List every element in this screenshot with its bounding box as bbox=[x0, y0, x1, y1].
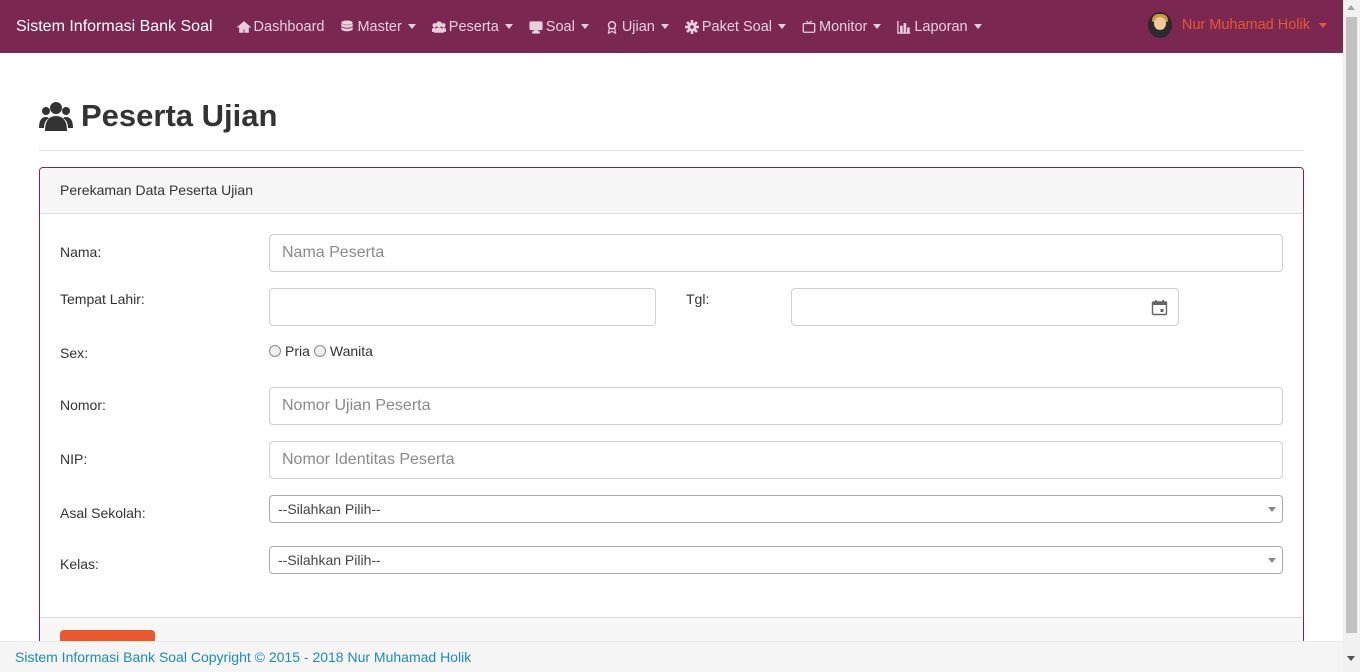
sex-radio-group: Pria Wanita bbox=[269, 343, 373, 359]
chevron-down-icon bbox=[1268, 558, 1276, 563]
nav-laporan[interactable]: Laporan bbox=[897, 18, 982, 35]
form-card: Perekaman Data Peserta Ujian Nama: Tempa… bbox=[39, 167, 1304, 667]
calendar-icon bbox=[1151, 299, 1168, 315]
nama-label: Nama: bbox=[60, 244, 102, 260]
nav-master-label: Master bbox=[357, 18, 402, 35]
gear-icon bbox=[684, 19, 699, 34]
nav-soal-label: Soal bbox=[545, 18, 575, 35]
radio-wanita-label: Wanita bbox=[329, 343, 373, 359]
page-title: Peserta Ujian bbox=[81, 98, 278, 133]
chevron-down-icon bbox=[504, 24, 513, 29]
tgl-label: Tgl: bbox=[686, 291, 710, 307]
nav-peserta[interactable]: Peserta bbox=[431, 18, 513, 35]
vertical-scrollbar[interactable] bbox=[1343, 0, 1360, 672]
nav-paket-soal-label: Paket Soal bbox=[701, 18, 772, 35]
sex-label: Sex: bbox=[60, 345, 89, 361]
tempat-lahir-label: Tempat Lahir: bbox=[60, 291, 145, 307]
database-icon bbox=[340, 19, 354, 34]
chevron-down-icon bbox=[873, 24, 882, 29]
nomor-label: Nomor: bbox=[60, 397, 106, 413]
bar-chart-icon bbox=[897, 20, 911, 34]
kelas-select[interactable]: --Silahkan Pilih-- bbox=[269, 546, 1283, 574]
nav-ujian-label: Ujian bbox=[621, 18, 655, 35]
tgl-input[interactable] bbox=[791, 288, 1142, 326]
nomor-input[interactable] bbox=[269, 387, 1283, 425]
chevron-down-icon bbox=[1319, 22, 1327, 28]
chevron-down-icon bbox=[973, 24, 982, 29]
calendar-button[interactable] bbox=[1141, 288, 1179, 326]
users-icon bbox=[431, 20, 446, 34]
chevron-down-icon bbox=[778, 24, 786, 29]
kelas-label: Kelas: bbox=[60, 556, 99, 572]
page-footer: Sistem Informasi Bank Soal Copyright © 2… bbox=[0, 641, 1343, 672]
scroll-up-icon[interactable] bbox=[1347, 5, 1355, 10]
kelas-value: --Silahkan Pilih-- bbox=[278, 552, 381, 568]
radio-wanita[interactable] bbox=[313, 345, 326, 357]
users-icon bbox=[39, 102, 73, 131]
nip-input[interactable] bbox=[269, 441, 1283, 479]
nav-soal[interactable]: Soal bbox=[529, 19, 589, 35]
award-icon bbox=[605, 20, 619, 34]
radio-pria[interactable] bbox=[269, 345, 281, 357]
tv-icon bbox=[802, 19, 816, 34]
nav-paket-soal[interactable]: Paket Soal bbox=[684, 18, 786, 35]
user-menu[interactable]: Nur Muhamad Holik bbox=[1147, 12, 1327, 38]
chevron-down-icon bbox=[580, 24, 589, 29]
tempat-lahir-input[interactable] bbox=[269, 288, 656, 326]
desktop-icon bbox=[529, 20, 543, 34]
scroll-down-icon[interactable] bbox=[1347, 656, 1355, 661]
top-navbar: Sistem Informasi Bank Soal Dashboard Mas… bbox=[0, 0, 1343, 53]
nav-peserta-label: Peserta bbox=[448, 18, 499, 35]
nav-laporan-label: Laporan bbox=[914, 18, 968, 35]
card-title: Perekaman Data Peserta Ujian bbox=[40, 168, 1303, 214]
app-brand[interactable]: Sistem Informasi Bank Soal bbox=[16, 18, 213, 36]
nav-master[interactable]: Master bbox=[340, 18, 416, 35]
chevron-down-icon bbox=[660, 24, 669, 29]
chevron-down-icon bbox=[407, 24, 416, 29]
asal-sekolah-select[interactable]: --Silahkan Pilih-- bbox=[269, 495, 1283, 523]
user-name: Nur Muhamad Holik bbox=[1181, 17, 1310, 33]
home-icon bbox=[236, 20, 251, 34]
avatar bbox=[1147, 12, 1172, 38]
chevron-down-icon bbox=[1268, 507, 1276, 512]
nama-input[interactable] bbox=[269, 234, 1283, 272]
nip-label: NIP: bbox=[60, 451, 88, 467]
scroll-thumb[interactable] bbox=[1346, 17, 1357, 633]
page-header: Peserta Ujian bbox=[39, 96, 1304, 151]
nav-monitor[interactable]: Monitor bbox=[802, 18, 882, 35]
radio-pria-label: Pria bbox=[285, 343, 310, 359]
nav-dashboard-label: Dashboard bbox=[253, 18, 325, 35]
nav-monitor-label: Monitor bbox=[819, 18, 868, 35]
nav-dashboard[interactable]: Dashboard bbox=[236, 18, 325, 35]
nav-ujian[interactable]: Ujian bbox=[605, 19, 669, 35]
asal-sekolah-value: --Silahkan Pilih-- bbox=[278, 501, 381, 517]
asal-sekolah-label: Asal Sekolah: bbox=[60, 505, 146, 521]
